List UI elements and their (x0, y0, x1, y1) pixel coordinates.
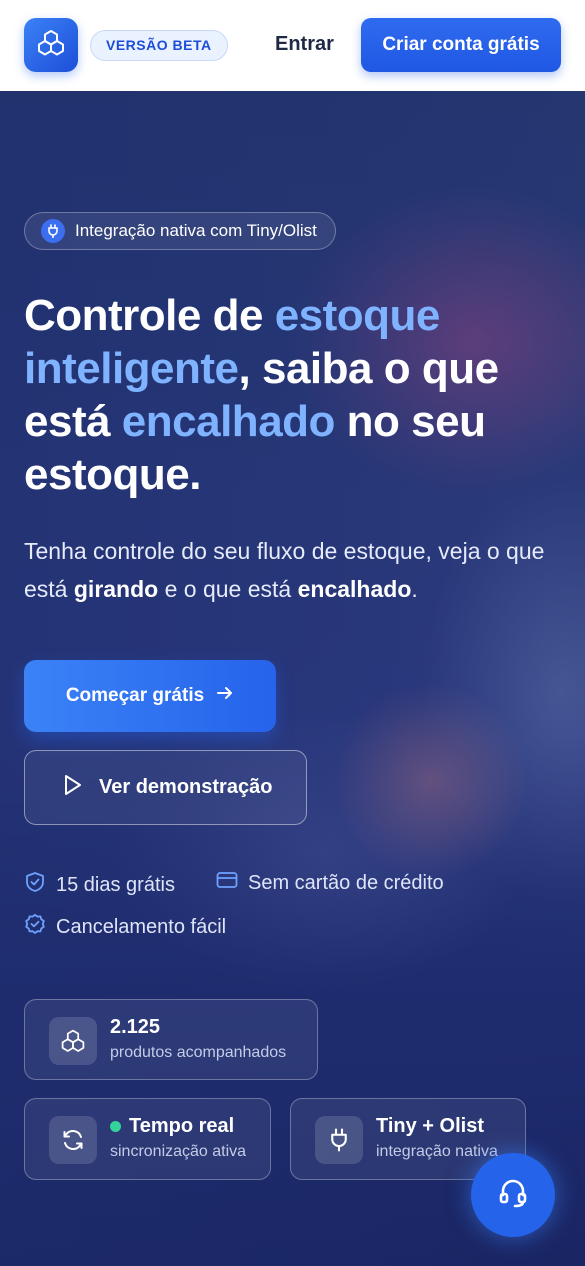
start-free-button[interactable]: Começar grátis (24, 660, 276, 732)
hero-headline: Controle de estoque inteligente, saiba o… (24, 289, 564, 501)
cubes-icon (36, 28, 66, 63)
signup-button[interactable]: Criar conta grátis (361, 18, 561, 72)
stat-value: Tiny + Olist (376, 1115, 484, 1138)
headline-highlight: encalhado (121, 397, 336, 446)
subtitle-bold: encalhado (297, 576, 412, 602)
stat-caption: sincronização ativa (110, 1143, 247, 1160)
badge-check-icon (24, 913, 46, 941)
support-chat-button[interactable] (471, 1153, 555, 1237)
stat-caption: integração nativa (376, 1143, 498, 1160)
view-demo-label: Ver demonstração (99, 776, 273, 798)
arrow-right-icon (216, 684, 234, 708)
cubes-icon (49, 1017, 97, 1065)
shield-check-icon (24, 871, 46, 899)
subtitle-part: . (411, 576, 418, 602)
start-free-label: Começar grátis (65, 685, 205, 706)
stat-value: 2.125 (110, 1016, 160, 1039)
refresh-icon (49, 1116, 97, 1164)
feature-free-trial: 15 dias grátis (24, 871, 175, 899)
headset-icon (496, 1176, 530, 1215)
headline-part: Controle de (24, 291, 275, 340)
feature-label: Cancelamento fácil (56, 915, 227, 938)
play-icon (63, 774, 83, 802)
feature-label: Sem cartão de crédito (248, 871, 444, 894)
stat-card-realtime: Tempo real sincronização ativa (24, 1098, 271, 1180)
logo[interactable] (24, 18, 78, 72)
stat-card-products: 2.125 produtos acompanhados (24, 999, 318, 1080)
hero-section: Integração nativa com Tiny/Olist Control… (0, 91, 585, 1266)
view-demo-button[interactable]: Ver demonstração (24, 750, 307, 825)
live-status-dot (110, 1121, 121, 1132)
integration-pill: Integração nativa com Tiny/Olist (24, 212, 336, 250)
login-link[interactable]: Entrar (275, 33, 334, 56)
hero-subtitle: Tenha controle do seu fluxo de estoque, … (24, 532, 564, 608)
feature-no-card: Sem cartão de crédito (216, 871, 444, 895)
feature-label: 15 dias grátis (56, 873, 175, 896)
stat-value: Tempo real (110, 1115, 234, 1138)
stat-value-text: Tiny + Olist (376, 1115, 484, 1137)
plug-icon (41, 219, 65, 243)
feature-easy-cancel: Cancelamento fácil (24, 913, 226, 941)
subtitle-bold: girando (73, 576, 159, 602)
stat-value-text: 2.125 (110, 1016, 161, 1038)
plug-icon (315, 1116, 363, 1164)
beta-badge: VERSÃO BETA (90, 30, 228, 61)
stat-caption: produtos acompanhados (110, 1044, 287, 1061)
stat-value-text: Tempo real (129, 1115, 235, 1137)
subtitle-part: e o que está (158, 576, 298, 602)
top-navbar: VERSÃO BETA Entrar Criar conta grátis (0, 0, 585, 91)
credit-card-icon (216, 871, 238, 895)
integration-pill-text: Integração nativa com Tiny/Olist (75, 221, 317, 240)
